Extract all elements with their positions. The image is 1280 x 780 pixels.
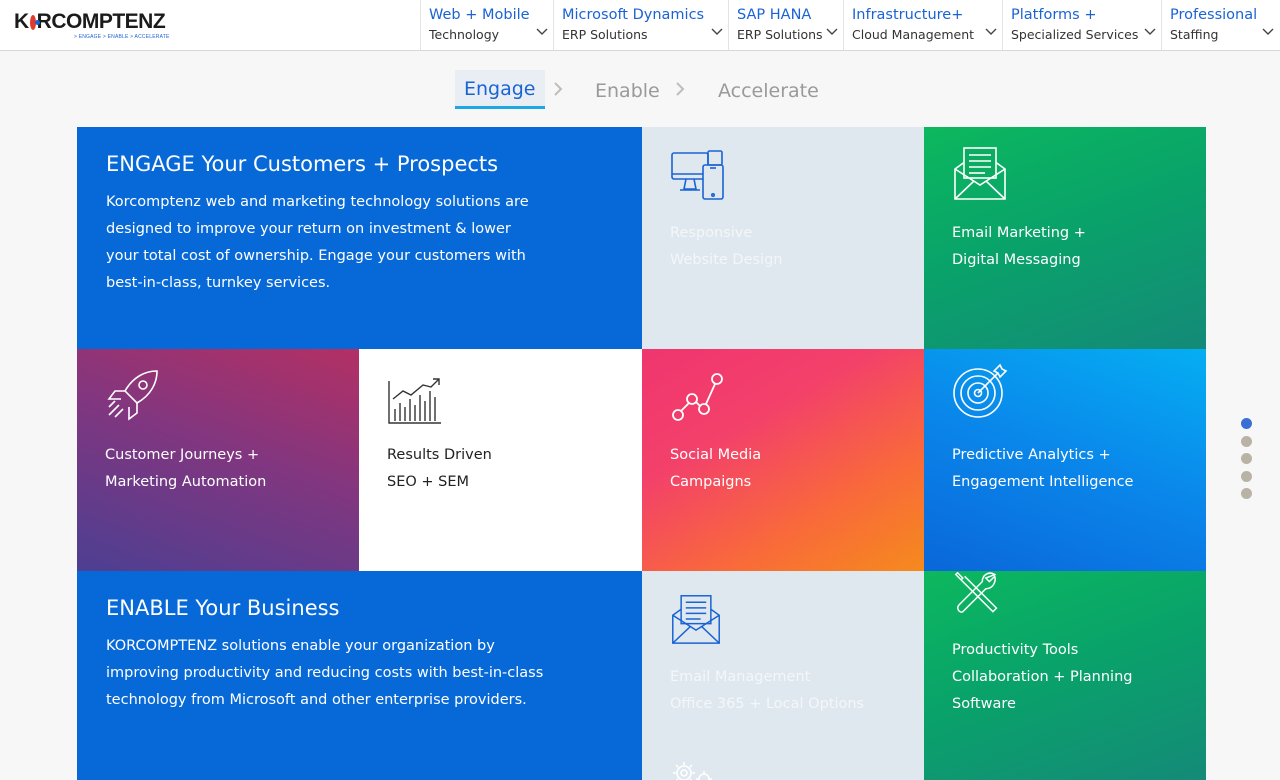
nav-title: SAP HANA: [737, 7, 812, 23]
nav-title: Web + Mobile: [429, 7, 530, 23]
bar-chart-trend-icon: [388, 378, 441, 424]
chevron-right-icon: [676, 82, 685, 96]
section-pager: [1241, 418, 1253, 506]
pager-dot[interactable]: [1241, 435, 1252, 447]
tile-customer-journeys[interactable]: Customer Journeys + Marketing Automation: [77, 349, 359, 571]
enable-intro-panel: ENABLE Your Business KORCOMPTENZ solutio…: [77, 571, 642, 780]
tab-engage[interactable]: Engage: [455, 70, 545, 109]
nav-title: Professional: [1170, 7, 1258, 23]
site-header: K RCOMPTENZ > ENGAGE > ENABLE > ACCELERA…: [0, 0, 1280, 51]
chevron-down-icon: [1144, 28, 1156, 35]
tile-predictive-analytics[interactable]: Predictive Analytics + Engagement Intell…: [924, 349, 1206, 571]
nav-microsoft-dynamics[interactable]: Microsoft Dynamics ERP Solutions: [553, 0, 729, 50]
tile-label-line1: Social Media: [670, 447, 762, 463]
nav-subtitle: Cloud Management: [852, 27, 975, 42]
chevron-down-icon: [985, 28, 997, 35]
logo-target-icon: [29, 14, 40, 30]
chevron-down-icon: [1262, 28, 1274, 35]
wrench-screwdriver-icon: [954, 571, 998, 613]
tab-enable[interactable]: Enable: [595, 80, 660, 102]
tile-responsive-design[interactable]: Responsive Website Design: [642, 127, 924, 349]
pager-dot[interactable]: [1241, 418, 1252, 429]
logo-text-end: RCOMPTENZ: [36, 10, 166, 33]
logo-tagline: > ENGAGE > ENABLE > ACCELERATE: [74, 34, 170, 40]
tile-label-line1: Predictive Analytics +: [952, 447, 1111, 463]
pager-dot[interactable]: [1241, 488, 1252, 499]
chevron-down-icon: [536, 28, 548, 35]
nav-web-mobile[interactable]: Web + Mobile Technology: [420, 0, 554, 50]
tile-label-line1: Results Driven: [387, 447, 492, 463]
tile-label-line1: Email Management: [670, 669, 811, 685]
tile-label-line2: Campaigns: [670, 474, 752, 490]
tile-label-line1: Email Marketing +: [952, 225, 1086, 241]
tile-results-driven[interactable]: Results Driven SEO + SEM: [359, 349, 642, 571]
nav-professional-staffing[interactable]: Professional Staffing: [1161, 0, 1280, 50]
nav-subtitle: ERP Solutions: [562, 27, 648, 42]
enable-description: KORCOMPTENZ solutions enable your organi…: [106, 638, 544, 708]
engage-intro-panel: ENGAGE Your Customers + Prospects Korcom…: [77, 127, 642, 349]
pager-dot[interactable]: [1241, 453, 1252, 464]
tab-accelerate[interactable]: Accelerate: [718, 80, 819, 102]
tile-label-line2: Engagement Intelligence: [952, 474, 1134, 490]
connected-nodes-icon: [672, 373, 723, 421]
nav-title: Infrastructure+: [852, 7, 964, 23]
envelope-letter-icon: [954, 147, 1006, 200]
nav-title: Microsoft Dynamics: [562, 7, 705, 23]
engage-title: ENGAGE Your Customers + Prospects: [106, 152, 499, 176]
chevron-down-icon: [826, 28, 838, 35]
target-arrow-icon: [953, 363, 1008, 418]
tile-productivity-tools[interactable]: Productivity Tools Collaboration + Plann…: [924, 571, 1206, 780]
tile-social-media[interactable]: Social Media Campaigns: [642, 349, 924, 571]
chevron-down-icon: [711, 28, 723, 35]
tile-label-line1: Customer Journeys +: [105, 447, 260, 463]
devices-icon: [671, 150, 724, 200]
nav-title: Platforms +: [1011, 7, 1097, 23]
envelope-letter-icon: [672, 595, 720, 644]
korcomptenz-logo[interactable]: K RCOMPTENZ > ENGAGE > ENABLE > ACCELERA…: [14, 10, 170, 43]
tile-label-line2: Marketing Automation: [105, 474, 267, 490]
tile-label-line2: Collaboration + Planning: [952, 669, 1133, 685]
tile-label-line2: Digital Messaging: [952, 252, 1081, 268]
tile-label-line2: Website Design: [670, 252, 783, 268]
nav-subtitle: Specialized Services: [1011, 27, 1139, 42]
enable-title: ENABLE Your Business: [106, 596, 340, 620]
nav-sap-hana[interactable]: SAP HANA ERP Solutions: [728, 0, 844, 50]
tile-email-management[interactable]: Email Management Office 365 + Local Opti…: [642, 571, 924, 780]
engage-description: Korcomptenz web and marketing technology…: [106, 194, 529, 291]
chevron-right-icon: [554, 82, 563, 96]
nav-infrastructure[interactable]: Infrastructure+ Cloud Management: [843, 0, 1003, 50]
pager-dot[interactable]: [1241, 470, 1252, 482]
nav-platforms[interactable]: Platforms + Specialized Services: [1002, 0, 1162, 50]
tile-label-line2: SEO + SEM: [387, 474, 470, 490]
gears-icon: [673, 762, 712, 780]
logo-text-start: K: [14, 10, 29, 33]
tile-label-line1: Responsive: [670, 225, 753, 241]
tile-label-line3: Software: [952, 696, 1016, 712]
tile-label-line2: Office 365 + Local Options: [670, 696, 865, 712]
rocket-icon: [107, 370, 158, 421]
tile-email-marketing[interactable]: Email Marketing + Digital Messaging: [924, 127, 1206, 349]
tile-label-line1: Productivity Tools: [952, 642, 1079, 658]
